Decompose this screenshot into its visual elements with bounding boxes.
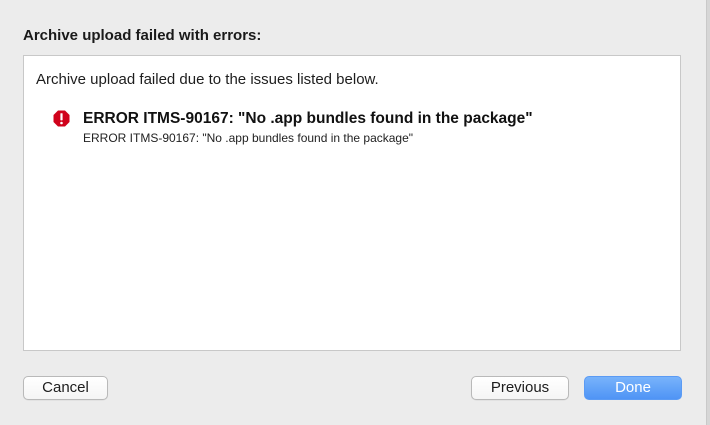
issues-panel: Archive upload failed due to the issues … xyxy=(23,55,681,351)
issues-intro-text: Archive upload failed due to the issues … xyxy=(36,71,379,88)
cancel-button[interactable]: Cancel xyxy=(23,376,108,400)
error-icon xyxy=(53,110,70,127)
upload-error-dialog: Archive upload failed with errors: Archi… xyxy=(0,0,710,425)
done-button[interactable]: Done xyxy=(584,376,682,400)
issue-title: ERROR ITMS-90167: "No .app bundles found… xyxy=(83,110,533,127)
issue-detail: ERROR ITMS-90167: "No .app bundles found… xyxy=(83,131,414,145)
dialog-title: Archive upload failed with errors: xyxy=(23,27,262,44)
window-edge xyxy=(706,0,710,425)
previous-button[interactable]: Previous xyxy=(471,376,569,400)
